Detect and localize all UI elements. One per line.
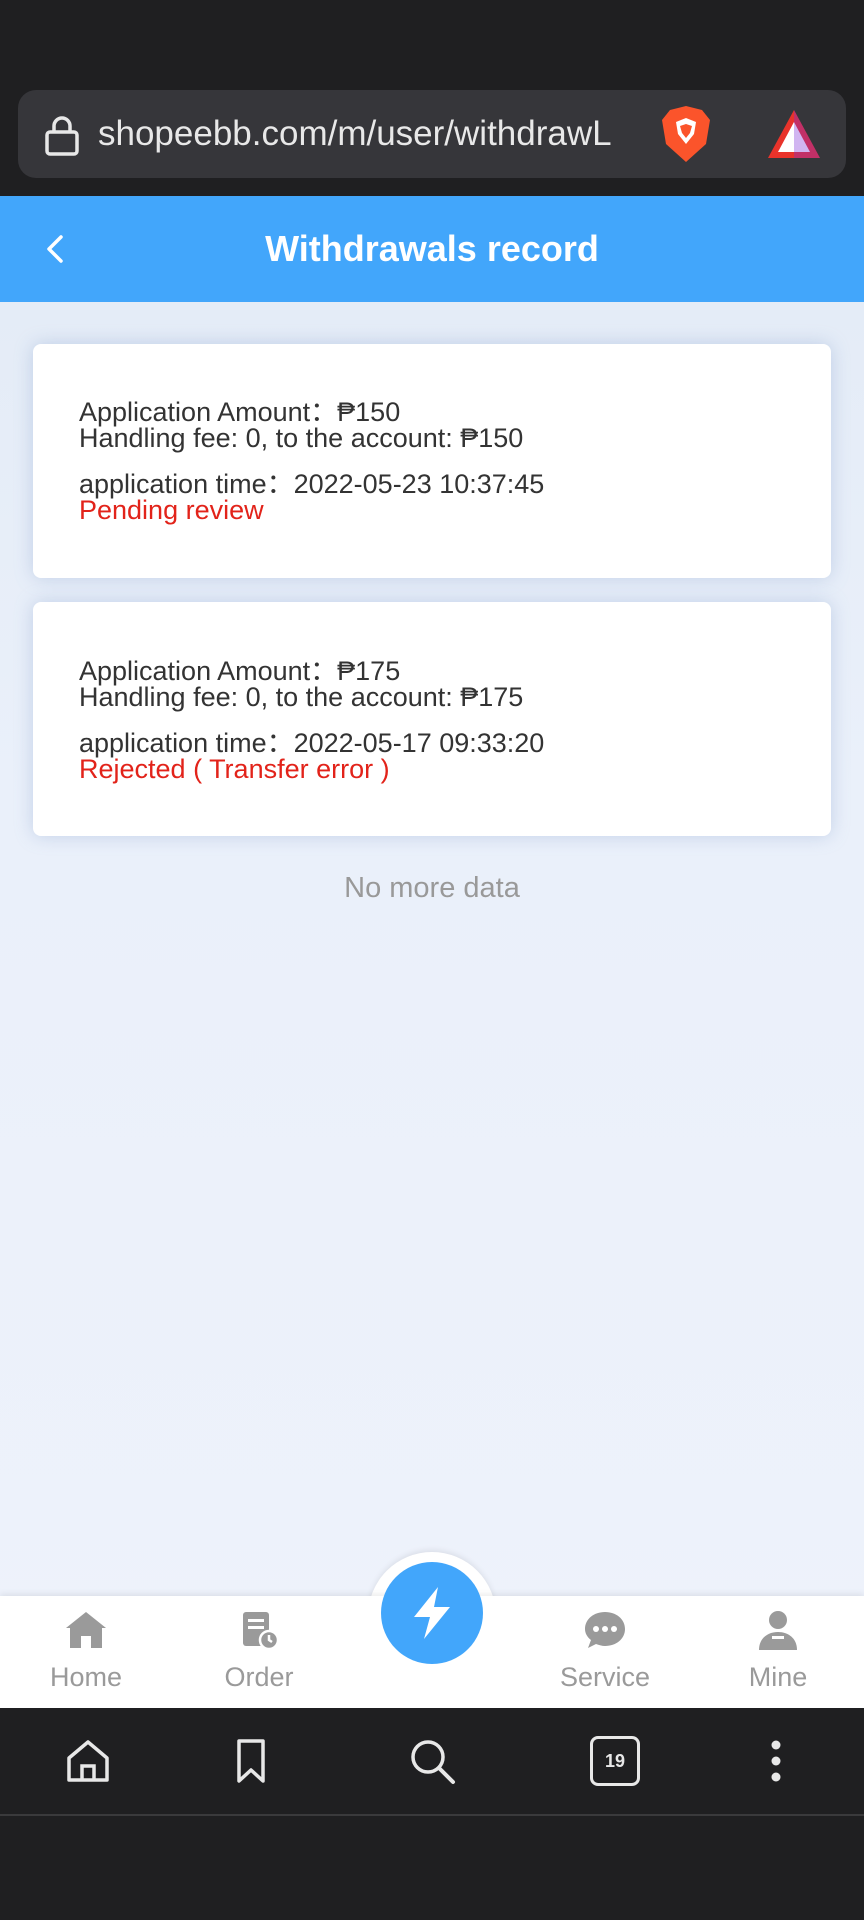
handling-fee: Handling fee: 0, to the account: ₱150 xyxy=(79,423,524,453)
page-title: Withdrawals record xyxy=(265,228,599,269)
tab-label: Service xyxy=(559,1662,651,1692)
address-bar[interactable]: shopeebb.com/m/user/withdrawL xyxy=(18,90,846,178)
browser-toolbar: shopeebb.com/m/user/withdrawL xyxy=(0,90,864,196)
browser-home-icon[interactable] xyxy=(63,1736,113,1786)
app-viewport: Withdrawals record Application Amount：₱1… xyxy=(0,196,864,1708)
tabs-counter-button[interactable]: 19 xyxy=(590,1736,640,1786)
tab-mine[interactable]: Mine xyxy=(708,1596,848,1708)
system-nav-area xyxy=(0,1816,864,1920)
more-menu-icon[interactable] xyxy=(751,1736,801,1786)
url-text[interactable]: shopeebb.com/m/user/withdrawL xyxy=(98,90,658,178)
no-more-data-text: No more data xyxy=(344,872,520,904)
status-bar xyxy=(0,0,864,90)
rewards-triangle-icon[interactable] xyxy=(766,108,822,160)
home-icon xyxy=(66,1612,106,1648)
tab-label: Order xyxy=(224,1662,294,1692)
handling-fee: Handling fee: 0, to the account: ₱175 xyxy=(79,682,524,712)
brave-shield-icon[interactable] xyxy=(658,104,714,164)
chat-icon xyxy=(585,1612,625,1648)
tab-home[interactable]: Home xyxy=(16,1596,156,1708)
record-status: Pending review xyxy=(79,495,264,525)
lightning-icon xyxy=(414,1587,450,1639)
lock-icon xyxy=(45,116,79,156)
order-icon xyxy=(243,1612,280,1651)
tab-order[interactable]: Order xyxy=(189,1596,329,1708)
tab-label: Home xyxy=(49,1662,123,1692)
user-icon xyxy=(759,1611,797,1650)
withdrawal-record-card: Application Amount：₱175 Handling fee: 0,… xyxy=(33,602,831,836)
app-header: Withdrawals record xyxy=(0,196,864,302)
lightning-fab-button[interactable] xyxy=(381,1562,483,1664)
search-icon[interactable] xyxy=(407,1736,457,1786)
tab-count: 19 xyxy=(590,1736,640,1786)
bookmark-icon[interactable] xyxy=(226,1736,276,1786)
withdrawal-record-card: Application Amount：₱150 Handling fee: 0,… xyxy=(33,344,831,578)
browser-bottom-bar: 19 xyxy=(0,1708,864,1814)
tab-label: Mine xyxy=(748,1662,808,1692)
tab-service[interactable]: Service xyxy=(535,1596,675,1708)
record-status: Rejected ( Transfer error ) xyxy=(79,754,390,784)
